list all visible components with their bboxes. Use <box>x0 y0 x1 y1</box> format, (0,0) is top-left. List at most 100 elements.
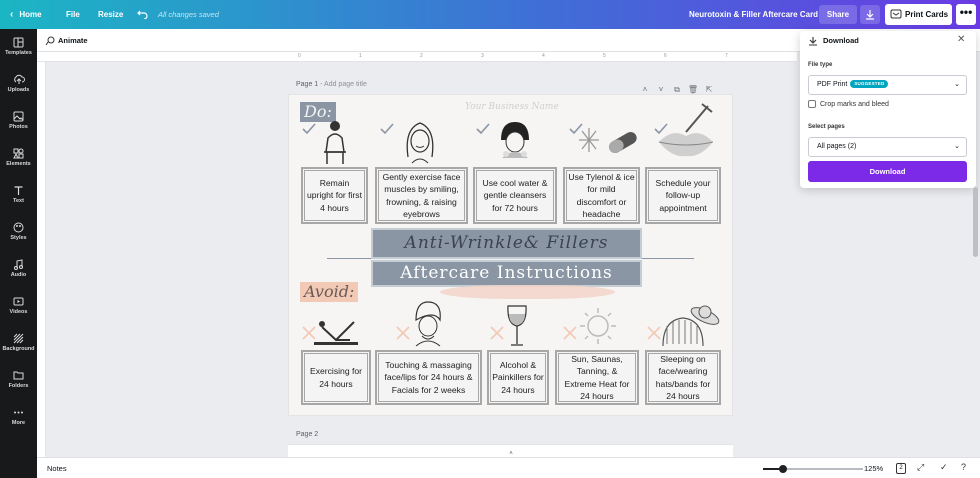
wine-glass-icon <box>507 305 527 346</box>
crop-marks-checkbox[interactable]: Crop marks and bleed <box>808 100 889 108</box>
ice-and-pill-icon <box>579 128 637 153</box>
print-cards-label: Print Cards <box>905 10 949 19</box>
animate-label: Animate <box>58 36 88 45</box>
sidebar-item-photos[interactable]: Photos <box>0 105 37 141</box>
left-sidebar: Templates Uploads Photos Elements Text S… <box>0 29 37 478</box>
ruler-tick: 3 <box>481 53 484 59</box>
sidebar-item-text[interactable]: Text <box>0 179 37 215</box>
page-title-placeholder[interactable]: - Add page title <box>320 81 367 88</box>
more-options-button[interactable]: ••• <box>956 4 976 25</box>
x-mark-icon <box>647 326 661 340</box>
banner-divider-left <box>327 258 371 259</box>
animate-button[interactable]: Animate <box>45 29 88 52</box>
more-dots-icon <box>14 411 23 414</box>
do-item-exercise-face[interactable]: Gently exercise face muscles by smiling,… <box>375 167 468 224</box>
chevron-up-icon[interactable]: ˄ <box>637 85 653 94</box>
close-icon[interactable]: ✕ <box>957 34 965 45</box>
select-pages-dropdown[interactable]: All pages (2) ⌄ <box>808 137 967 157</box>
file-menu[interactable]: File <box>66 0 80 29</box>
fullscreen-icon[interactable]: ⤢ <box>917 462 924 473</box>
print-icon <box>890 9 902 19</box>
chevron-down-icon[interactable]: ˅ <box>653 85 669 94</box>
ruler-tick: 2 <box>420 53 423 59</box>
checkbox-box[interactable] <box>808 100 816 108</box>
page-count-button[interactable]: 2 <box>896 463 906 474</box>
download-submit-button[interactable]: Download <box>808 161 967 182</box>
add-page-icon[interactable]: ⇱ <box>701 85 717 94</box>
zoom-slider[interactable] <box>763 465 863 473</box>
checkmark-icon <box>380 123 394 135</box>
crop-marks-label: Crop marks and bleed <box>820 100 889 108</box>
resize-button[interactable]: Resize <box>98 0 123 29</box>
check-circle-icon[interactable]: ✓ <box>940 462 948 473</box>
page-1-header[interactable]: Page 1 - Add page title <box>296 81 367 88</box>
vertical-scrollbar[interactable] <box>973 187 978 257</box>
sidebar-item-label: Templates <box>5 50 32 56</box>
page-tools: ˄ ˅ ⧉ 🗑 ⇱ <box>637 79 717 94</box>
audio-icon <box>14 259 23 270</box>
banner-title-script[interactable]: Anti-Wrinkle& Fillers <box>371 228 642 259</box>
sidebar-item-label: Folders <box>8 383 29 389</box>
sidebar-item-styles[interactable]: Styles <box>0 216 37 252</box>
sidebar-item-audio[interactable]: Audio <box>0 253 37 289</box>
woman-washing-face-icon <box>501 122 529 158</box>
sidebar-item-label: Elements <box>6 161 31 167</box>
panel-title: Download <box>823 36 859 45</box>
undo-icon <box>137 10 148 20</box>
x-mark-icon <box>563 326 577 340</box>
sidebar-item-folders[interactable]: Folders <box>0 364 37 400</box>
folder-icon <box>13 371 24 380</box>
bottom-bar: Notes 125% 2 ⤢ ✓ ? <box>37 457 980 478</box>
notes-button[interactable]: Notes <box>47 458 67 478</box>
avoid-item-sun-heat[interactable]: Sun, Saunas, Tanning, & Extreme Heat for… <box>555 350 639 405</box>
sidebar-item-elements[interactable]: Elements <box>0 142 37 178</box>
sidebar-item-videos[interactable]: Videos <box>0 290 37 326</box>
download-panel: Download ✕ File type PDF Print SUGGESTED … <box>800 31 976 188</box>
sidebar-item-uploads[interactable]: Uploads <box>0 68 37 104</box>
checkmark-icon <box>476 123 490 135</box>
download-button[interactable] <box>860 5 880 24</box>
templates-icon <box>13 37 24 48</box>
delete-page-icon[interactable]: 🗑 <box>685 85 701 94</box>
x-mark-icon <box>490 326 504 340</box>
peach-brush-stroke <box>440 285 615 299</box>
print-cards-button[interactable]: Print Cards <box>885 4 952 25</box>
sidebar-item-more[interactable]: More <box>0 401 37 437</box>
avoid-item-exercising[interactable]: Exercising for 24 hours <box>301 350 371 405</box>
page-2-header[interactable]: Page 2 <box>296 431 318 438</box>
chevron-left-icon: ‹ <box>10 9 14 20</box>
sidebar-item-label: More <box>11 420 26 426</box>
undo-button[interactable] <box>137 0 148 29</box>
headband-hat-icon <box>662 305 720 347</box>
help-icon[interactable]: ? <box>961 462 966 472</box>
avoid-item-sleeping[interactable]: Sleeping on face/wearing hats/bands for … <box>645 350 721 405</box>
banner-title-main[interactable]: Aftercare Instructions <box>371 260 642 287</box>
do-item-tylenol[interactable]: Use Tylenol & ice for mild discomfort or… <box>563 167 640 224</box>
horizontal-ruler: 0 1 2 3 4 5 6 7 <box>37 52 797 62</box>
business-name[interactable]: Your Business Name <box>465 102 559 112</box>
do-item-upright[interactable]: Remain upright for first 4 hours <box>301 167 368 224</box>
page-label: Page 1 <box>296 81 319 88</box>
sidebar-item-label: Photos <box>9 124 28 130</box>
do-item-follow-up[interactable]: Schedule your follow-up appointment <box>645 167 721 224</box>
lips-syringe-icon <box>658 103 714 157</box>
videos-icon <box>13 297 24 306</box>
sun-icon <box>580 308 616 344</box>
home-button[interactable]: ‹ Home <box>10 0 42 29</box>
avoid-label[interactable]: Avoid: <box>300 282 359 302</box>
avoid-item-touching-face[interactable]: Touching & massaging face/lips for 24 ho… <box>375 350 482 405</box>
zoom-value[interactable]: 125% <box>864 458 883 478</box>
file-type-select[interactable]: PDF Print SUGGESTED ⌄ <box>808 75 967 95</box>
sidebar-item-label: Background <box>2 346 35 352</box>
do-item-cool-water[interactable]: Use cool water & gentle cleansers for 72… <box>473 167 557 224</box>
chevron-down-icon: ⌄ <box>954 81 960 88</box>
sidebar-item-background[interactable]: Background <box>0 327 37 363</box>
zoom-slider-handle[interactable] <box>779 465 787 473</box>
share-button[interactable]: Share <box>819 5 857 24</box>
elements-icon <box>13 148 24 159</box>
avoid-item-alcohol[interactable]: Alcohol & Painkillers for 24 hours <box>487 350 549 405</box>
text-icon <box>14 186 23 195</box>
animate-icon <box>45 36 55 46</box>
sidebar-item-templates[interactable]: Templates <box>0 31 37 67</box>
document-title[interactable]: Neurotoxin & Filler Aftercare Card <box>689 0 818 29</box>
